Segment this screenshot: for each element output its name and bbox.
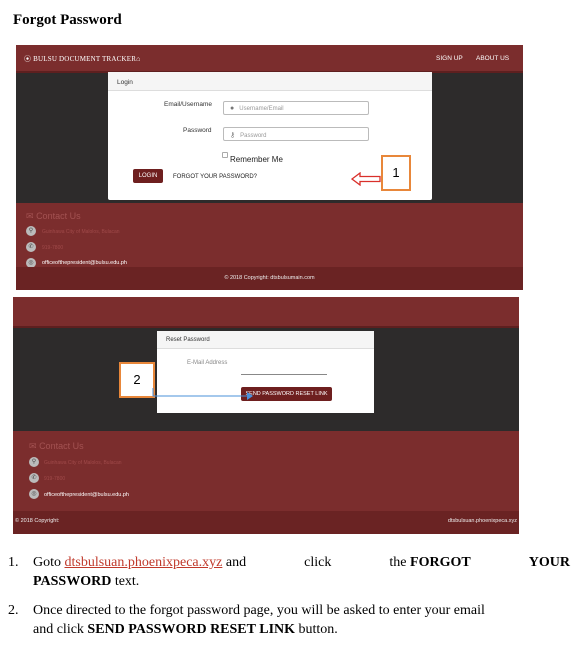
email-text-2[interactable]: officeofthepresident@bulsu.edu.ph	[44, 492, 129, 498]
copyright-left: © 2018 Copyright:	[15, 518, 60, 524]
reset-card-header: Reset Password	[157, 331, 374, 349]
envelope-icon: ✉	[29, 441, 37, 451]
reset-button-text: SEND PASSWORD RESET LINK	[87, 622, 296, 637]
goto-text: Goto	[33, 555, 61, 570]
navbar-2	[13, 297, 519, 328]
user-icon: ●	[230, 105, 235, 112]
key-icon: ⚷	[230, 132, 236, 139]
callout-2: 2	[119, 362, 155, 398]
logo-icon: ⦿	[24, 55, 34, 63]
document-title: Forgot Password	[13, 12, 122, 28]
phone-icon: ✆	[26, 242, 36, 252]
nav-sign-up[interactable]: SIGN UP	[436, 55, 463, 62]
phone-icon: ✆	[29, 473, 39, 483]
password-placeholder: Password	[240, 133, 267, 139]
location-icon: ⚲	[29, 457, 39, 467]
text-word: text.	[114, 574, 140, 589]
address-text: Guinhawa City of Malolos, Bulacan	[42, 229, 120, 235]
copyright-bar: © 2018 Copyright: dtsbulsumain.com	[16, 267, 523, 290]
location-icon: ⚲	[26, 226, 36, 236]
password-input[interactable]: ⚷ Password	[223, 127, 369, 141]
the-text: the	[389, 555, 407, 570]
login-button[interactable]: LOGIN	[133, 169, 163, 183]
contact-heading-text-2: Contact Us	[39, 441, 84, 451]
site-link[interactable]: dtsbulsuan.phoenixpeca.xyz	[65, 555, 223, 570]
your-text: YOUR	[528, 555, 570, 570]
callout-1: 1	[381, 155, 411, 191]
login-screenshot: ⦿ BULSU DOCUMENT TRACKER⌂ SIGN UP ABOUT …	[16, 45, 523, 290]
email-input[interactable]: ● Username/Email	[223, 101, 369, 115]
step-1: 1. Goto dtsbulsuan.phoenixpeca.xyz and c…	[8, 553, 570, 591]
phone-text-2: 919-7800	[44, 476, 66, 482]
right-arrow-icon	[152, 388, 253, 400]
email-placeholder: Username/Email	[239, 106, 284, 112]
brand-text: BULSU DOCUMENT TRACKER	[33, 55, 137, 63]
contact-heading: ✉ Contact Us	[26, 211, 81, 222]
click-text: click	[304, 555, 332, 570]
and-text: and	[225, 555, 247, 570]
address-text-2: Guinhawa City of Malolos, Bulacan	[44, 460, 122, 466]
navbar: ⦿ BULSU DOCUMENT TRACKER⌂ SIGN UP ABOUT …	[16, 45, 523, 73]
forgot-password-link[interactable]: FORGOT YOUR PASSWORD?	[173, 174, 257, 180]
copyright-bar-2: © 2018 Copyright: dtsbulsuan.phoenixpeca…	[13, 511, 519, 534]
password-label: Password	[183, 127, 212, 134]
home-icon: ⌂	[136, 55, 141, 63]
nav-about-us[interactable]: ABOUT US	[476, 55, 509, 62]
left-arrow-icon	[351, 172, 381, 186]
step-1-number: 1.	[8, 555, 19, 570]
step-2: 2. Once directed to the forgot password …	[8, 601, 570, 639]
password-text: PASSWORD	[33, 574, 112, 589]
step-2-line-1: Once directed to the forgot password pag…	[33, 603, 485, 618]
card-header: Login	[108, 72, 432, 91]
reset-email-input[interactable]	[241, 374, 327, 375]
globe-icon: ◎	[29, 489, 39, 499]
remember-label: Remember Me	[230, 155, 283, 164]
phone-text: 919-7800	[42, 245, 64, 251]
contact-heading-text: Contact Us	[36, 211, 81, 221]
instructions: 1. Goto dtsbulsuan.phoenixpeca.xyz and c…	[8, 553, 570, 649]
remember-checkbox[interactable]	[222, 152, 228, 158]
contact-heading-2: ✉ Contact Us	[29, 441, 84, 452]
email-text[interactable]: officeofthepresident@bulsu.edu.ph	[42, 260, 127, 266]
brand[interactable]: ⦿ BULSU DOCUMENT TRACKER⌂	[24, 54, 141, 64]
button-word: button.	[298, 622, 338, 637]
reset-email-label: E-Mail Address	[187, 360, 228, 366]
reset-screenshot: Reset Password E-Mail Address SEND PASSW…	[13, 297, 519, 534]
email-label: Email/Username	[164, 101, 213, 108]
step-2-number: 2.	[8, 603, 19, 618]
and-click-text: and click	[33, 622, 84, 637]
envelope-icon: ✉	[26, 211, 34, 221]
send-reset-link-button[interactable]: SEND PASSWORD RESET LINK	[241, 387, 332, 401]
copyright-right: dtsbulsuan.phoenixpeca.xyz	[447, 518, 517, 524]
forgot-text: FORGOT	[410, 555, 471, 570]
